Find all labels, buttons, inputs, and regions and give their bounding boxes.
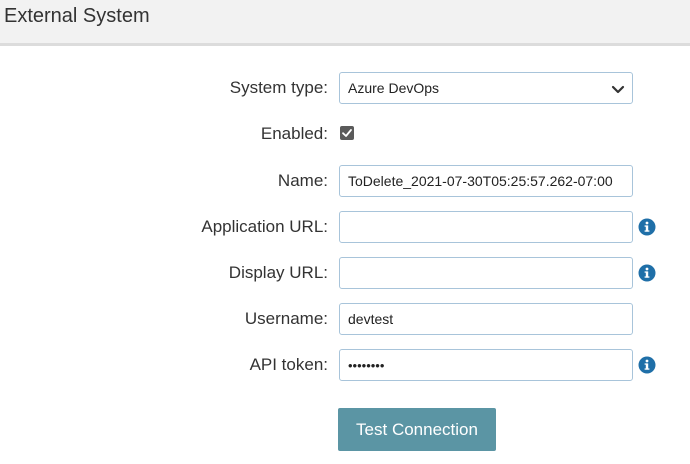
page-title: External System [4, 5, 150, 27]
info-circle-icon[interactable] [638, 218, 656, 236]
application-url-input[interactable] [339, 211, 633, 243]
api-token-input[interactable] [339, 349, 633, 381]
info-circle-icon[interactable] [638, 264, 656, 282]
username-row: Username: [0, 302, 690, 336]
name-input[interactable] [339, 165, 633, 197]
enabled-label: Enabled: [260, 124, 328, 143]
username-input[interactable] [339, 303, 633, 335]
test-connection-button[interactable]: Test Connection [338, 408, 496, 451]
api-token-row: API token: [0, 348, 690, 382]
check-icon [342, 129, 352, 137]
display-url-row: Display URL: [0, 256, 690, 290]
api-token-label: API token: [249, 355, 328, 374]
name-label: Name: [277, 171, 328, 190]
system-type-select[interactable]: Azure DevOps [339, 72, 633, 104]
display-url-label: Display URL: [228, 263, 328, 282]
chevron-down-icon [611, 85, 625, 94]
username-label: Username: [244, 309, 328, 328]
system-type-value: Azure DevOps [348, 80, 440, 96]
enabled-row: Enabled: [0, 117, 690, 151]
enabled-checkbox[interactable] [340, 126, 354, 140]
page-header: External System [0, 0, 690, 46]
name-row: Name: [0, 164, 690, 198]
info-circle-icon[interactable] [638, 356, 656, 374]
system-type-label: System type: [229, 78, 328, 97]
application-url-label: Application URL: [201, 217, 328, 236]
application-url-row: Application URL: [0, 210, 690, 244]
system-type-row: System type: Azure DevOps [0, 71, 690, 105]
display-url-input[interactable] [339, 257, 633, 289]
